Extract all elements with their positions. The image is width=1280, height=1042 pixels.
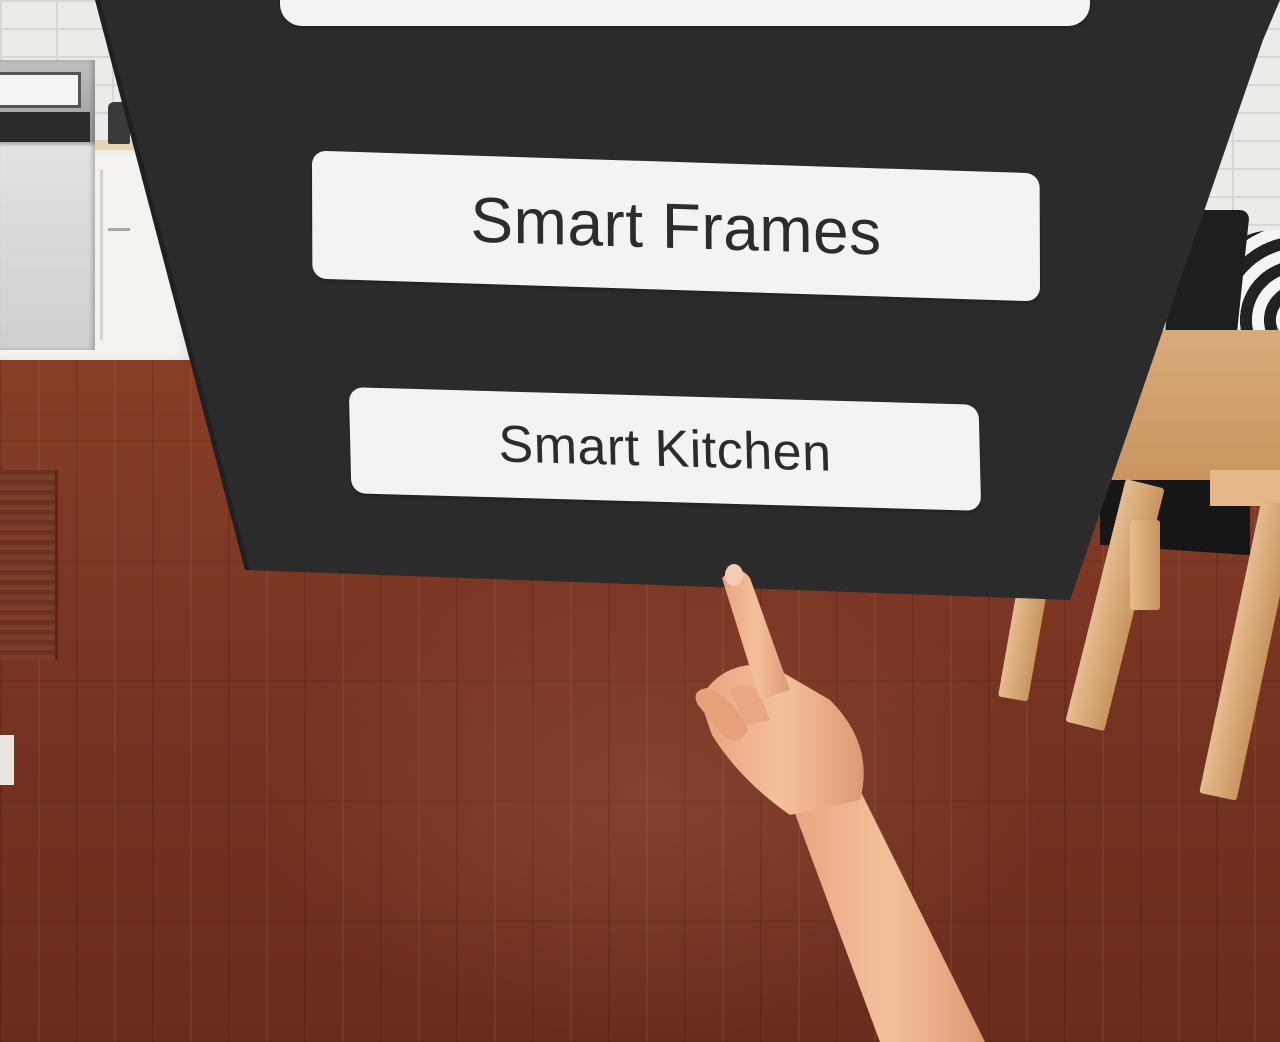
vr-scene: Smart Frames Smart Kitchen [0,0,1280,1042]
forearm [790,790,985,1042]
pointing-hand-icon [695,564,985,1042]
fingernail [725,564,743,586]
